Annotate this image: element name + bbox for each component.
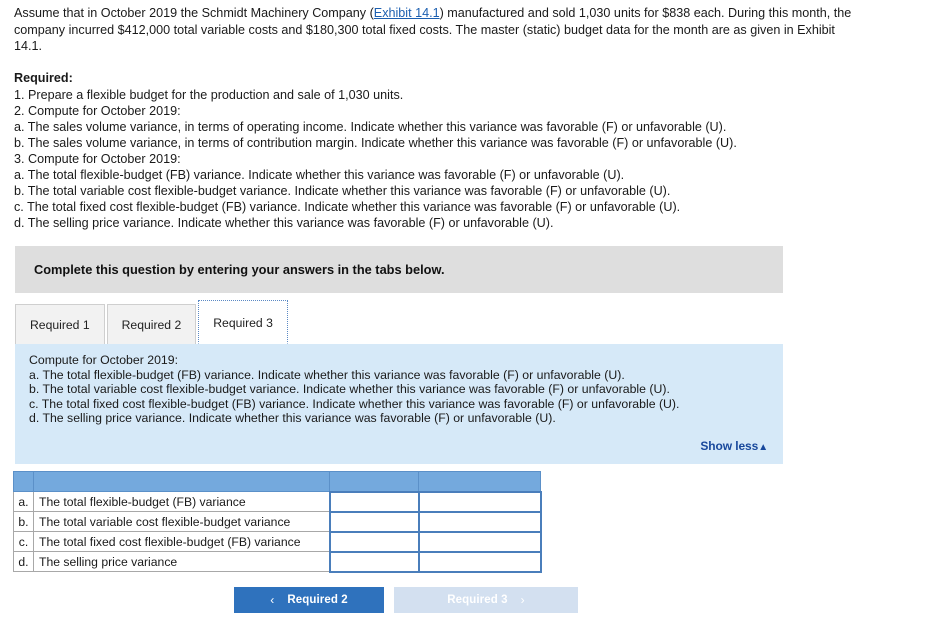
required-line-2b: b. The sales volume variance, in terms o… [14, 135, 737, 150]
tab-required-2[interactable]: Required 2 [106, 304, 197, 344]
next-required-button[interactable]: Required 3 › [394, 587, 578, 613]
info-line-heading: Compute for October 2019: [29, 353, 179, 367]
table-header-row [13, 471, 541, 492]
amount-input-c[interactable] [328, 530, 420, 553]
table-row: a. The total flexible-budget (FB) varian… [13, 490, 542, 513]
next-required-label: Required 3 [447, 594, 508, 606]
nav-buttons: ‹ Required 2 Required 3 › [234, 587, 578, 613]
problem-text-before-link: Assume that in October 2019 the Schmidt … [14, 6, 374, 20]
required-section: Required: 1. Prepare a flexible budget f… [0, 70, 938, 231]
row-letter-d: d. [13, 551, 34, 572]
required-line-3c: c. The total fixed cost flexible-budget … [14, 199, 681, 214]
prev-required-label: Required 2 [287, 594, 348, 606]
show-less-label: Show less [700, 439, 759, 453]
caret-up-icon: ▲ [758, 442, 768, 453]
row-label-b: The total variable cost flexible-budget … [33, 511, 330, 532]
row-label-a: The total flexible-budget (FB) variance [33, 491, 330, 512]
prev-required-button[interactable]: ‹ Required 2 [234, 587, 384, 613]
tab-strip: Required 1 Required 2 Required 3 [15, 298, 290, 344]
fu-input-d[interactable] [417, 550, 542, 573]
row-letter-c: c. [13, 531, 34, 552]
row-label-d: The selling price variance [33, 551, 330, 572]
question-info-panel: Compute for October 2019: a. The total f… [15, 344, 783, 464]
instruction-banner: Complete this question by entering your … [15, 246, 783, 293]
chevron-left-icon: ‹ [270, 593, 275, 607]
exhibit-link[interactable]: Exhibit 14.1 [374, 6, 440, 20]
table-row: d. The selling price variance [13, 550, 542, 573]
info-line-d: d. The selling price variance. Indicate … [29, 411, 556, 426]
fu-input-a[interactable] [417, 490, 542, 513]
row-letter-a: a. [13, 491, 34, 512]
chevron-right-icon: › [520, 593, 525, 607]
answer-table: a. The total flexible-budget (FB) varian… [13, 471, 542, 573]
required-line-3: 3. Compute for October 2019: [14, 151, 181, 166]
info-line-a: a. The total flexible-budget (FB) varian… [29, 367, 625, 382]
required-line-3b: b. The total variable cost flexible-budg… [14, 183, 671, 198]
amount-input-a[interactable] [328, 490, 420, 513]
required-line-3d: d. The selling price variance. Indicate … [14, 215, 554, 230]
required-line-2a: a. The sales volume variance, in terms o… [14, 119, 727, 134]
header-cell-label [33, 471, 330, 492]
info-line-b: b. The total variable cost flexible-budg… [29, 382, 670, 397]
row-label-c: The total fixed cost flexible-budget (FB… [33, 531, 330, 552]
table-row: c. The total fixed cost flexible-budget … [13, 530, 542, 553]
header-cell-amount [329, 471, 419, 492]
instruction-banner-text: Complete this question by entering your … [34, 262, 445, 277]
tab-required-1[interactable]: Required 1 [15, 304, 105, 344]
required-heading: Required: [14, 70, 73, 85]
required-line-1: 1. Prepare a flexible budget for the pro… [14, 87, 404, 102]
required-line-3a: a. The total flexible-budget (FB) varian… [14, 167, 625, 182]
fu-input-c[interactable] [417, 530, 542, 553]
tab-required-3[interactable]: Required 3 [198, 300, 288, 344]
problem-statement: Assume that in October 2019 the Schmidt … [0, 0, 873, 55]
show-less-toggle[interactable]: Show less▲ [700, 439, 768, 453]
amount-input-d[interactable] [328, 550, 420, 573]
info-line-c: c. The total fixed cost flexible-budget … [29, 396, 680, 411]
header-cell-letter [13, 471, 34, 492]
table-row: b. The total variable cost flexible-budg… [13, 510, 542, 533]
header-cell-fu [418, 471, 541, 492]
required-line-2: 2. Compute for October 2019: [14, 103, 181, 118]
row-letter-b: b. [13, 511, 34, 532]
fu-input-b[interactable] [417, 510, 542, 533]
amount-input-b[interactable] [328, 510, 420, 533]
